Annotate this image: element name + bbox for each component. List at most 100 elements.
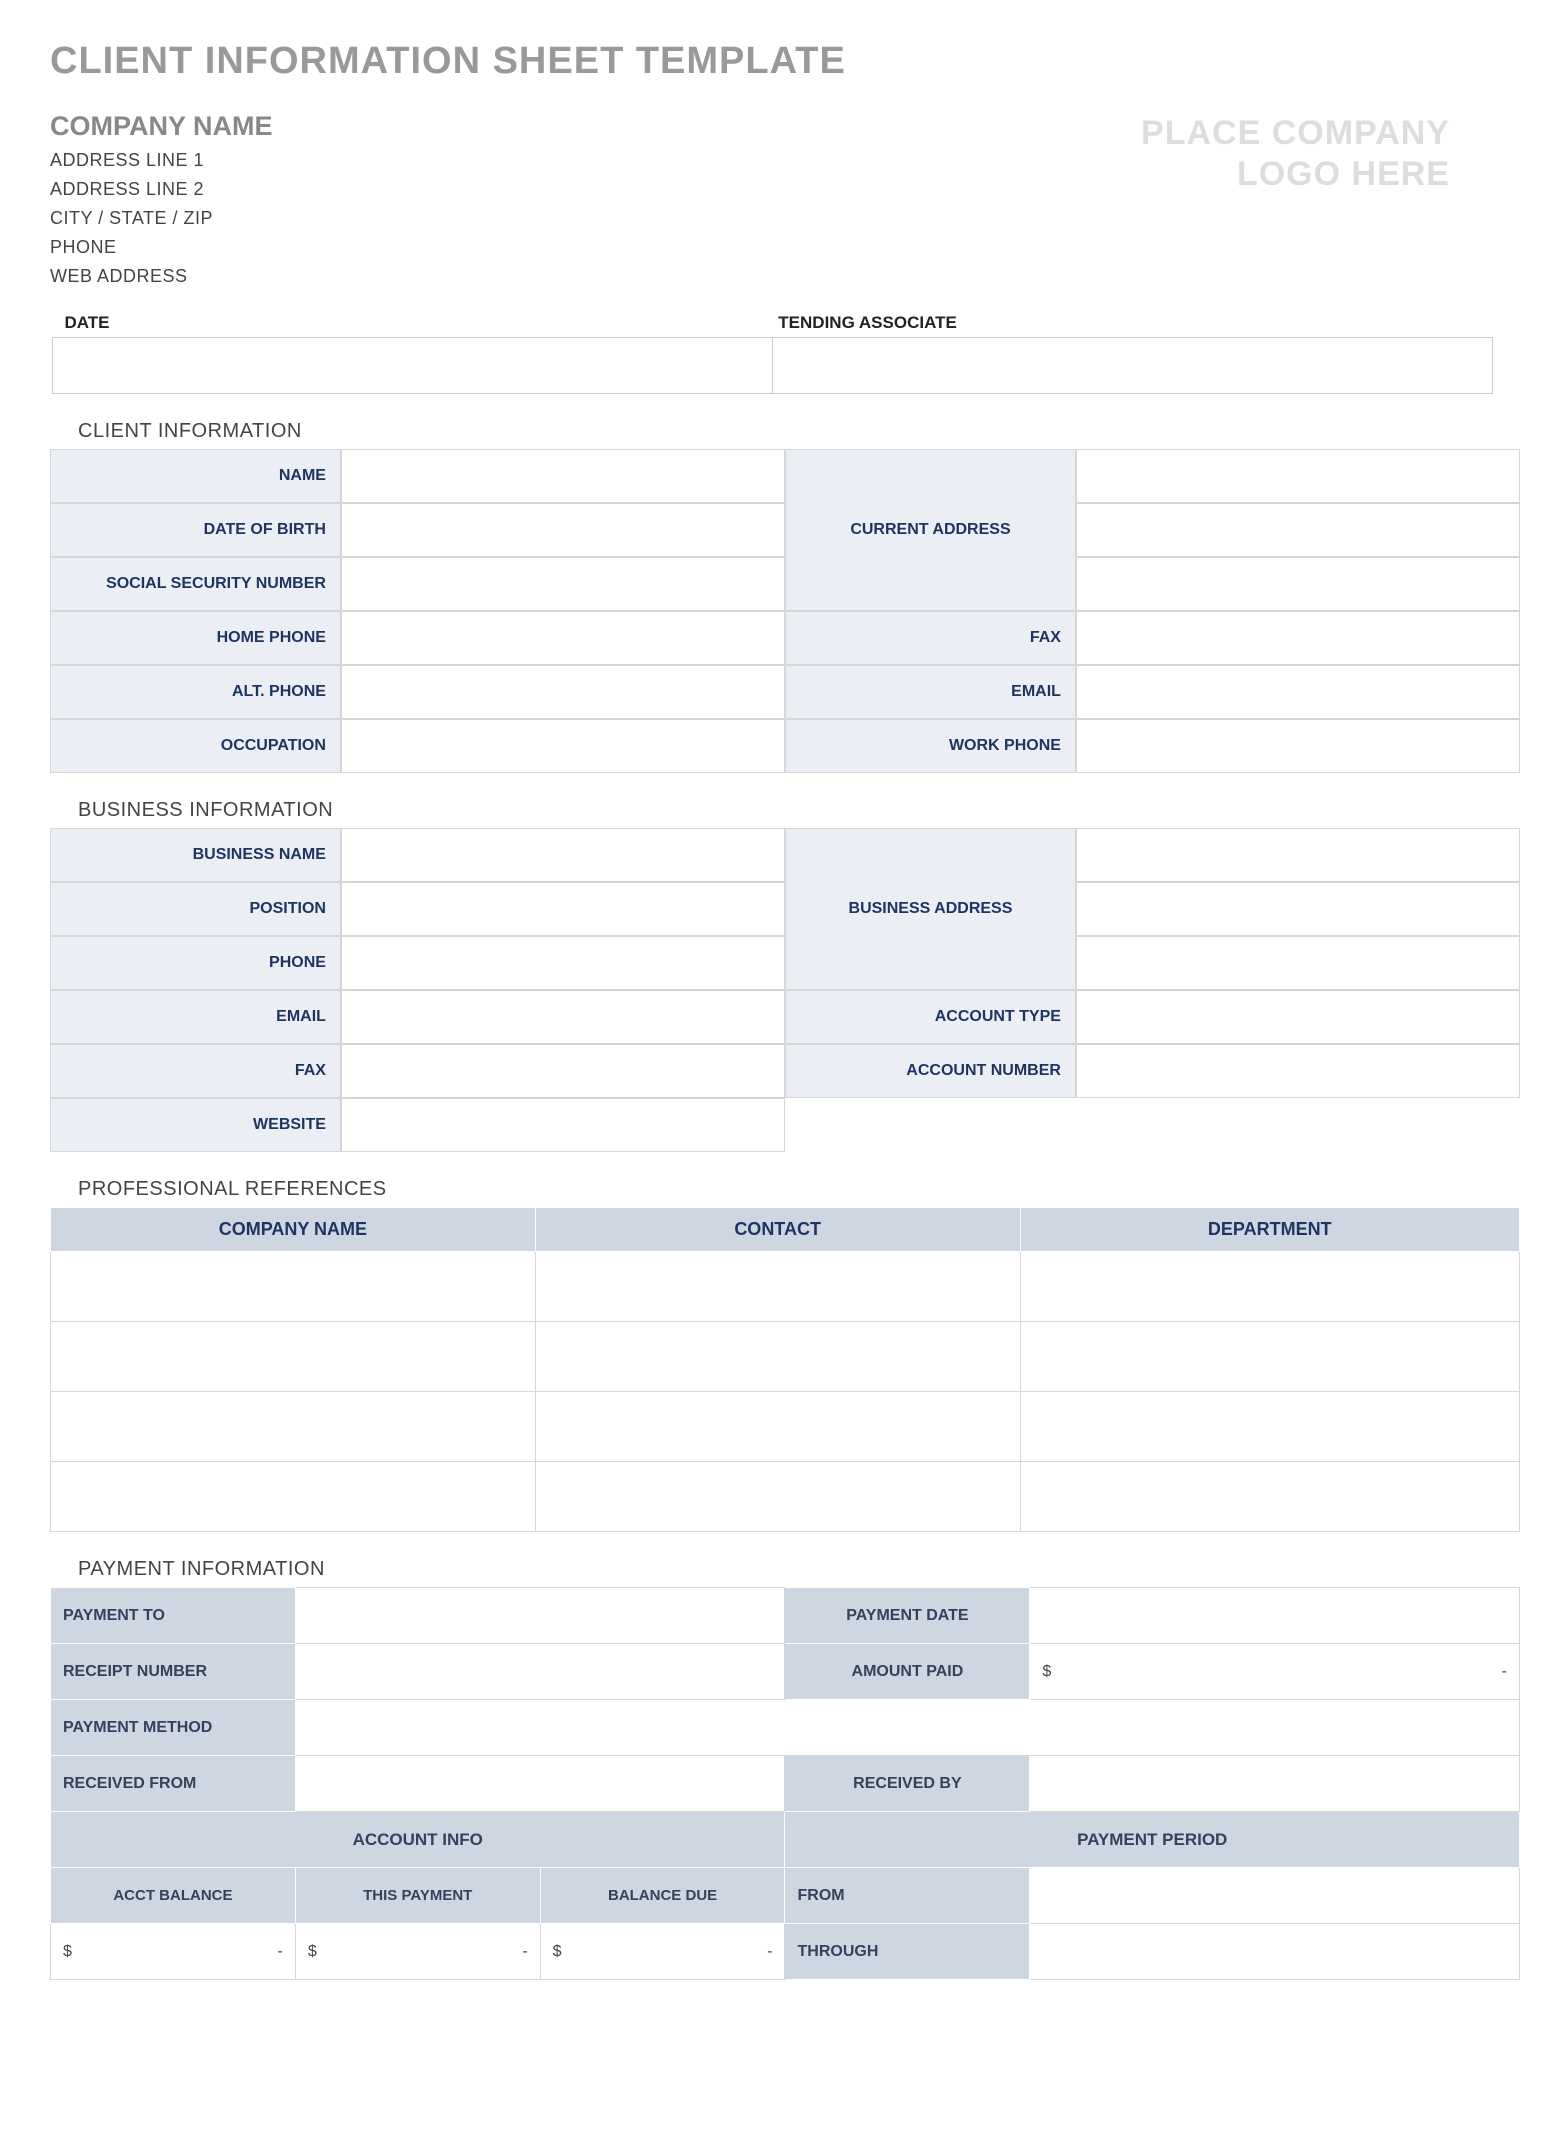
receipt-num-label: RECEIPT NUMBER — [51, 1644, 296, 1700]
payment-method-label: PAYMENT METHOD — [51, 1700, 296, 1756]
acct-num-field[interactable] — [1076, 1044, 1520, 1098]
work-phone-label: WORK PHONE — [785, 719, 1076, 773]
this-payment-label: THIS PAYMENT — [295, 1868, 540, 1924]
occupation-label: OCCUPATION — [50, 719, 341, 773]
client-dob-field[interactable] — [341, 503, 785, 557]
business-phone-label: PHONE — [50, 936, 341, 990]
this-payment-field[interactable]: $ - — [295, 1924, 540, 1980]
business-phone-field[interactable] — [341, 936, 785, 990]
dollar-sign: $ — [1042, 1663, 1051, 1681]
client-email-label: EMAIL — [785, 665, 1076, 719]
current-address-field-1[interactable] — [1076, 449, 1520, 503]
address-line-1: ADDRESS LINE 1 — [50, 150, 273, 171]
tending-label: TENDING ASSOCIATE — [772, 309, 1492, 338]
header-row: COMPANY NAME ADDRESS LINE 1 ADDRESS LINE… — [50, 111, 1520, 287]
dollar-sign: $ — [553, 1943, 562, 1961]
dollar-sign: $ — [308, 1943, 317, 1961]
home-phone-field[interactable] — [341, 611, 785, 665]
business-email-field[interactable] — [341, 990, 785, 1044]
refs-cell[interactable] — [1020, 1252, 1519, 1322]
payment-to-field[interactable] — [295, 1588, 785, 1644]
client-name-label: NAME — [50, 449, 341, 503]
received-by-field[interactable] — [1030, 1756, 1520, 1812]
amount-paid-field[interactable]: $ - — [1030, 1644, 1520, 1700]
business-name-field[interactable] — [341, 828, 785, 882]
business-address-field-2[interactable] — [1076, 882, 1520, 936]
website-field[interactable] — [341, 1098, 785, 1152]
current-address-label: CURRENT ADDRESS — [785, 449, 1076, 611]
payment-table: PAYMENT TO PAYMENT DATE RECEIPT NUMBER A… — [50, 1587, 1520, 1980]
refs-cell[interactable] — [51, 1322, 536, 1392]
client-ssn-field[interactable] — [341, 557, 785, 611]
payment-date-field[interactable] — [1030, 1588, 1520, 1644]
business-address-field-1[interactable] — [1076, 828, 1520, 882]
client-section-title: CLIENT INFORMATION — [78, 420, 1520, 443]
business-fax-label: FAX — [50, 1044, 341, 1098]
alt-phone-label: ALT. PHONE — [50, 665, 341, 719]
refs-cell[interactable] — [51, 1462, 536, 1532]
tending-field[interactable] — [772, 338, 1492, 394]
acct-type-field[interactable] — [1076, 990, 1520, 1044]
dash: - — [767, 1943, 772, 1961]
balance-due-field[interactable]: $ - — [540, 1924, 785, 1980]
payment-method-field[interactable] — [295, 1700, 1519, 1756]
amount-paid-label: AMOUNT PAID — [785, 1644, 1030, 1700]
page-title: CLIENT INFORMATION SHEET TEMPLATE — [50, 40, 1520, 83]
business-name-label: BUSINESS NAME — [50, 828, 341, 882]
meta-table: DATE TENDING ASSOCIATE — [52, 309, 1493, 394]
client-email-field[interactable] — [1076, 665, 1520, 719]
dollar-sign: $ — [63, 1943, 72, 1961]
payment-to-label: PAYMENT TO — [51, 1588, 296, 1644]
position-field[interactable] — [341, 882, 785, 936]
balance-due-label: BALANCE DUE — [540, 1868, 785, 1924]
refs-col-dept: DEPARTMENT — [1020, 1208, 1519, 1252]
alt-phone-field[interactable] — [341, 665, 785, 719]
refs-cell[interactable] — [51, 1392, 536, 1462]
through-field[interactable] — [1030, 1924, 1520, 1980]
refs-col-contact: CONTACT — [535, 1208, 1020, 1252]
work-phone-field[interactable] — [1076, 719, 1520, 773]
logo-text-1: PLACE COMPANY — [1141, 113, 1450, 154]
business-section-title: BUSINESS INFORMATION — [78, 799, 1520, 822]
refs-cell[interactable] — [535, 1252, 1020, 1322]
logo-placeholder: PLACE COMPANY LOGO HERE — [1141, 113, 1450, 195]
refs-cell[interactable] — [535, 1322, 1020, 1392]
acct-balance-field[interactable]: $ - — [51, 1924, 296, 1980]
business-address-field-3[interactable] — [1076, 936, 1520, 990]
refs-cell[interactable] — [1020, 1462, 1519, 1532]
acct-balance-label: ACCT BALANCE — [51, 1868, 296, 1924]
occupation-field[interactable] — [341, 719, 785, 773]
current-address-field-3[interactable] — [1076, 557, 1520, 611]
refs-section-title: PROFESSIONAL REFERENCES — [78, 1178, 1520, 1201]
refs-cell[interactable] — [51, 1252, 536, 1322]
received-by-label: RECEIVED BY — [785, 1756, 1030, 1812]
received-from-field[interactable] — [295, 1756, 785, 1812]
refs-cell[interactable] — [535, 1462, 1020, 1532]
current-address-field-2[interactable] — [1076, 503, 1520, 557]
website-label: WEBSITE — [50, 1098, 341, 1152]
blank-cell — [1076, 1098, 1520, 1152]
refs-cell[interactable] — [535, 1392, 1020, 1462]
payment-period-header: PAYMENT PERIOD — [785, 1812, 1520, 1868]
refs-cell[interactable] — [1020, 1392, 1519, 1462]
client-fax-field[interactable] — [1076, 611, 1520, 665]
business-address-label: BUSINESS ADDRESS — [785, 828, 1076, 990]
refs-cell[interactable] — [1020, 1322, 1519, 1392]
company-name-label: COMPANY NAME — [50, 111, 273, 142]
business-email-label: EMAIL — [50, 990, 341, 1044]
date-label: DATE — [53, 309, 773, 338]
client-name-field[interactable] — [341, 449, 785, 503]
from-field[interactable] — [1030, 1868, 1520, 1924]
refs-table: COMPANY NAME CONTACT DEPARTMENT — [50, 1207, 1520, 1532]
received-from-label: RECEIVED FROM — [51, 1756, 296, 1812]
dash: - — [1502, 1663, 1507, 1681]
web-address: WEB ADDRESS — [50, 266, 273, 287]
payment-date-label: PAYMENT DATE — [785, 1588, 1030, 1644]
date-field[interactable] — [53, 338, 773, 394]
logo-text-2: LOGO HERE — [1141, 154, 1450, 195]
receipt-num-field[interactable] — [295, 1644, 785, 1700]
position-label: POSITION — [50, 882, 341, 936]
from-label: FROM — [785, 1868, 1030, 1924]
account-info-header: ACCOUNT INFO — [51, 1812, 785, 1868]
business-fax-field[interactable] — [341, 1044, 785, 1098]
